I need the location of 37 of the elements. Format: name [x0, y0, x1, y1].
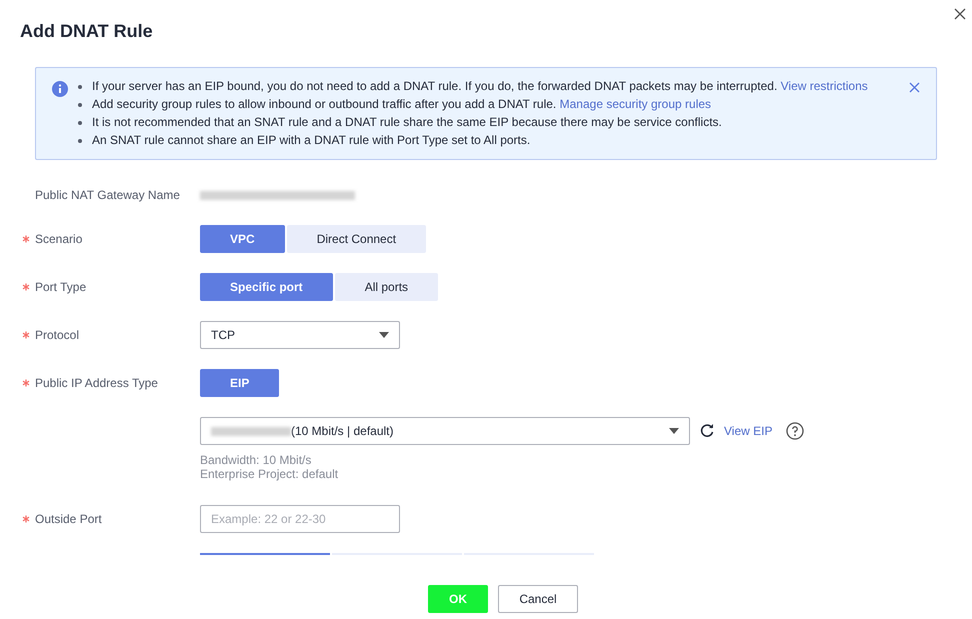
notice-text: It is not recommended that an SNAT rule and a DNAT rule share the same EIP because there may be service conflicts. [92, 115, 722, 130]
caret-icon [379, 332, 389, 338]
bullet-icon [78, 121, 82, 125]
bullet-icon [78, 103, 82, 107]
caret-icon [669, 428, 679, 434]
close-icon[interactable] [909, 82, 920, 93]
segment-option[interactable]: VPC [200, 225, 285, 253]
segment-option[interactable]: EIP [200, 369, 280, 397]
view-eip-link[interactable]: View EIP [724, 422, 772, 440]
field-label: Scenario [35, 231, 82, 248]
notice-text: An SNAT rule cannot share an EIP with a DNAT rule with Port Type set to All ports. [92, 133, 530, 148]
notice-text: If your server has an EIP bound, you do not need to add a DNAT rule. If you do, the forwarded DNAT packets may be interrupted. View restrictions [92, 79, 868, 94]
field-label: Public IP Address Type [35, 375, 158, 392]
bullet-icon [78, 139, 82, 143]
notice-link[interactable]: Manage security group rules [560, 97, 712, 111]
close-icon[interactable] [954, 8, 966, 20]
eip-select[interactable]: (10 Mbit/s | default) [200, 417, 690, 445]
notice-text: Add security group rules to allow inbound or outbound traffic after you add a DNAT rule. Manage security group rules [92, 97, 712, 112]
segment-option[interactable]: All ports [334, 273, 438, 301]
port-input[interactable]: Example: 22 or 22-30 [200, 505, 400, 533]
segment-option[interactable]: Direct Connect [286, 225, 426, 253]
cancel-button[interactable]: Cancel [498, 585, 578, 613]
info-icon [52, 81, 68, 97]
protocol-select[interactable]: TCP [200, 321, 400, 349]
field-label: Public NAT Gateway Name [35, 187, 180, 204]
dialog-title: Add DNAT Rule [20, 20, 154, 43]
field-label: Protocol [35, 327, 80, 344]
bullet-icon [78, 85, 82, 89]
field-label: Outside Port [35, 511, 102, 528]
segment-option[interactable]: Specific port [200, 273, 333, 301]
eip-value: (10 Mbit/s | default) [291, 423, 394, 440]
help-icon[interactable] [786, 422, 804, 440]
field-label: Port Type [35, 279, 86, 296]
eip-info-text: Enterprise Project: default [200, 467, 340, 481]
eip-info-text: Bandwidth: 10 Mbit/s [200, 453, 312, 467]
refresh-icon[interactable] [700, 424, 714, 438]
notice-link[interactable]: View restrictions [780, 79, 868, 93]
